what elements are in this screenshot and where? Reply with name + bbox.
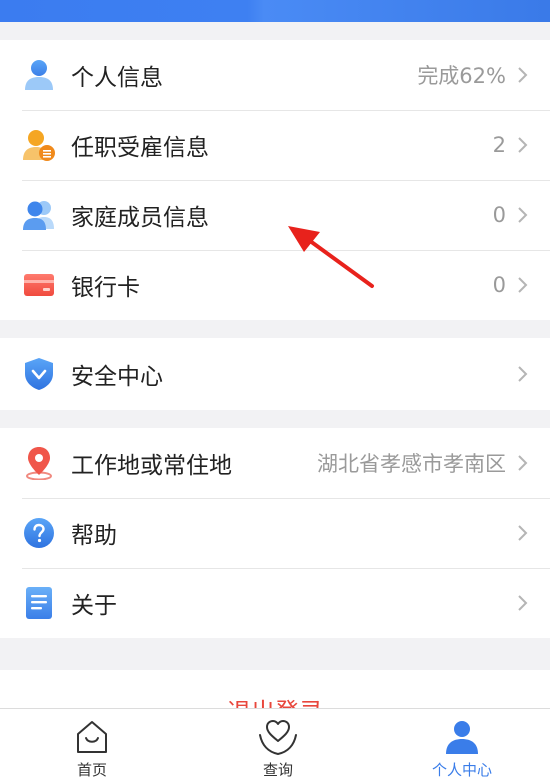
family-icon: [22, 198, 56, 232]
menu-item-help[interactable]: 帮助: [0, 498, 550, 568]
completion-value: 完成62%: [417, 64, 506, 88]
location-value: 湖北省孝感市孝南区: [317, 452, 506, 476]
menu-item-label: 关于: [71, 593, 117, 619]
chevron-right-icon: [518, 595, 528, 611]
menu-item-label: 任职受雇信息: [71, 135, 209, 161]
count-value: 0: [492, 273, 506, 297]
menu-item-security-center[interactable]: 安全中心: [0, 338, 550, 410]
top-banner: [0, 0, 550, 22]
chevron-right-icon: [518, 366, 528, 382]
count-value: 0: [492, 203, 506, 227]
person-icon: [446, 721, 478, 754]
help-icon: [22, 516, 56, 550]
settings-group: 工作地或常住地 湖北省孝感市孝南区 帮助 关于: [0, 428, 550, 638]
menu-item-label: 银行卡: [71, 275, 140, 301]
home-icon: [77, 721, 107, 753]
menu-item-work-location[interactable]: 工作地或常住地 湖北省孝感市孝南区: [0, 428, 550, 498]
annotation-arrow: [288, 226, 374, 288]
employee-icon: [22, 128, 56, 162]
chevron-right-icon: [518, 207, 528, 223]
chevron-right-icon: [518, 67, 528, 83]
chevron-right-icon: [518, 277, 528, 293]
logout-button[interactable]: 退出登录: [0, 670, 550, 710]
personal-info-group: 个人信息 完成62% 任职受雇信息 2 家庭成员信息 0 银行卡 0: [0, 40, 550, 320]
shield-icon: [22, 357, 56, 391]
tab-home[interactable]: 首页: [32, 709, 152, 782]
chevron-right-icon: [518, 525, 528, 541]
menu-item-personal-info[interactable]: 个人信息 完成62%: [0, 40, 550, 110]
location-pin-icon: [22, 446, 56, 480]
menu-item-label: 个人信息: [71, 65, 163, 91]
query-heart-icon: [259, 720, 297, 756]
menu-item-family-info[interactable]: 家庭成员信息 0: [0, 180, 550, 250]
tab-query[interactable]: 查询: [218, 709, 338, 782]
bottom-tab-bar: 首页 查询 个人中心: [0, 708, 550, 782]
tab-label: 首页: [76, 761, 107, 779]
security-group: 安全中心: [0, 338, 550, 410]
menu-item-about[interactable]: 关于: [0, 568, 550, 638]
user-icon: [22, 58, 56, 92]
chevron-right-icon: [518, 455, 528, 471]
count-value: 2: [492, 133, 506, 157]
menu-item-label: 家庭成员信息: [71, 205, 209, 231]
menu-item-label: 帮助: [71, 523, 117, 549]
menu-item-bank-card[interactable]: 银行卡 0: [0, 250, 550, 320]
tab-personal-center[interactable]: 个人中心: [402, 709, 522, 782]
tab-label: 查询: [262, 761, 293, 779]
bank-card-icon: [22, 268, 56, 302]
chevron-right-icon: [518, 137, 528, 153]
tab-label: 个人中心: [431, 761, 492, 779]
menu-item-label: 安全中心: [71, 364, 163, 390]
menu-item-employment-info[interactable]: 任职受雇信息 2: [0, 110, 550, 180]
menu-item-label: 工作地或常住地: [71, 453, 232, 479]
document-icon: [22, 586, 56, 620]
